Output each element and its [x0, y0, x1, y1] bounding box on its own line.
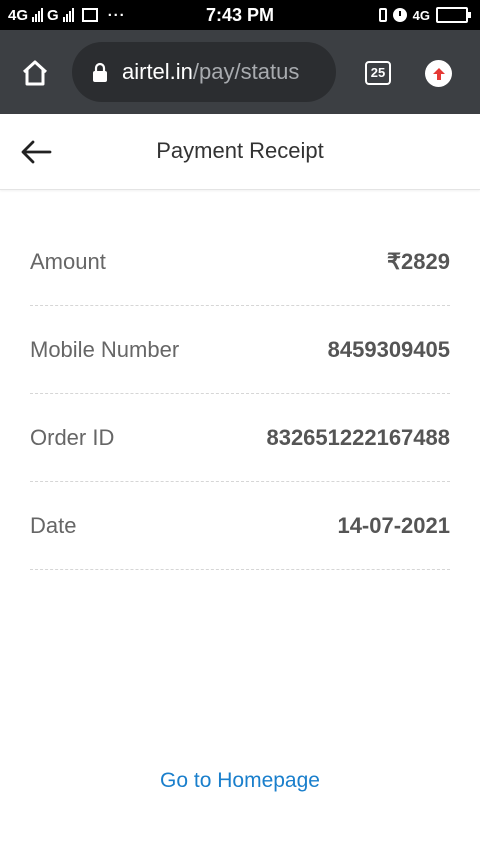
- battery-icon: [436, 7, 471, 23]
- home-button[interactable]: [20, 58, 50, 88]
- vibrate-icon: [378, 8, 387, 22]
- network-type-right: 4G: [412, 7, 430, 23]
- date-value: 14-07-2021: [337, 512, 450, 538]
- app-header: Payment Receipt: [0, 114, 480, 190]
- receipt-details: Amount ₹2829 Mobile Number 8459309405 Or…: [30, 218, 450, 570]
- receipt-row-amount: Amount ₹2829: [30, 218, 450, 306]
- status-bar: 4G G ··· 7:43 PM 4G: [0, 0, 480, 30]
- mobile-number-value: 8459309405: [327, 336, 450, 362]
- browser-toolbar: airtel.in/pay/status 25: [0, 30, 480, 114]
- receipt-row-mobile: Mobile Number 8459309405: [30, 306, 450, 394]
- amount-value: ₹2829: [387, 248, 450, 274]
- page-title: Payment Receipt: [156, 138, 324, 163]
- order-id-value: 832651222167488: [266, 424, 450, 450]
- amount-label: Amount: [30, 248, 106, 274]
- url-path: /pay/status: [192, 59, 300, 84]
- alarm-icon: [392, 8, 407, 22]
- receipt-row-order-id: Order ID 832651222167488: [30, 394, 450, 482]
- date-label: Date: [30, 512, 77, 538]
- status-right: 4G: [378, 0, 471, 30]
- url-host: airtel.in: [122, 59, 193, 84]
- home-icon: [22, 60, 48, 86]
- mobile-number-label: Mobile Number: [30, 336, 180, 362]
- upload-arrow-icon: [432, 67, 445, 80]
- address-bar[interactable]: airtel.in/pay/status: [72, 42, 336, 102]
- tab-switcher-button[interactable]: 25: [365, 61, 391, 85]
- lock-icon: [93, 62, 107, 82]
- receipt-row-date: Date 14-07-2021: [30, 482, 450, 570]
- go-to-homepage-link[interactable]: Go to Homepage: [0, 769, 480, 793]
- url-text: airtel.in/pay/status: [122, 59, 299, 85]
- extension-button[interactable]: [425, 60, 452, 87]
- order-id-label: Order ID: [30, 424, 115, 450]
